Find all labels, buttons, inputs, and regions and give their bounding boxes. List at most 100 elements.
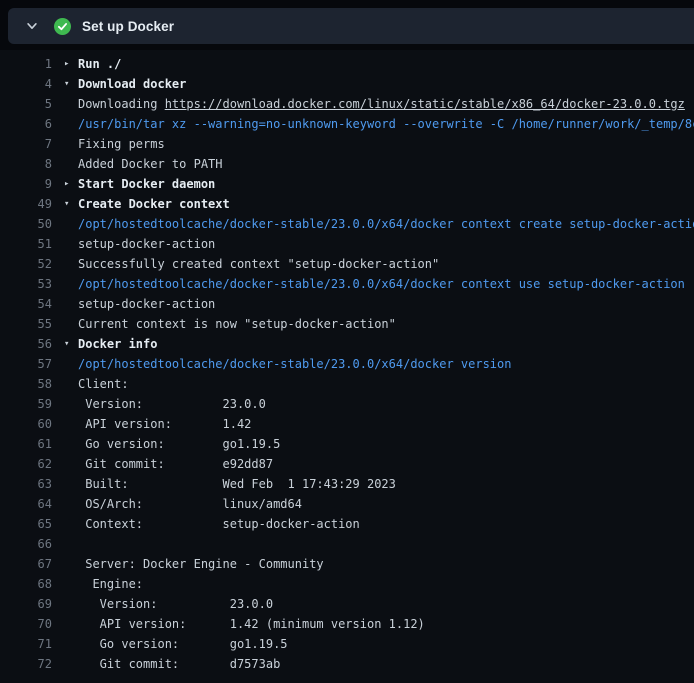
line-number[interactable]: 65 — [0, 517, 52, 531]
chevron-right-icon[interactable]: ▸ — [64, 179, 78, 189]
log-line: 53/opt/hostedtoolcache/docker-stable/23.… — [0, 274, 694, 294]
step-header[interactable]: Set up Docker — [8, 8, 694, 44]
log-line: 70 API version: 1.42 (minimum version 1.… — [0, 614, 694, 634]
log-text: /opt/hostedtoolcache/docker-stable/23.0.… — [78, 217, 694, 231]
log-group-row[interactable]: 1 ▸Run ./ — [0, 54, 694, 74]
log-group-row[interactable]: 4 ▾Download docker — [0, 74, 694, 94]
line-number[interactable]: 6 — [0, 117, 52, 131]
log-text: OS/Arch: linux/amd64 — [78, 497, 302, 511]
line-number[interactable]: 4 — [0, 77, 52, 91]
line-number[interactable]: 57 — [0, 357, 52, 371]
line-number[interactable]: 68 — [0, 577, 52, 591]
line-number[interactable]: 63 — [0, 477, 52, 491]
line-number[interactable]: 1 — [0, 57, 52, 71]
line-number[interactable]: 53 — [0, 277, 52, 291]
line-number[interactable]: 9 — [0, 177, 52, 191]
log-line: 65 Context: setup-docker-action — [0, 514, 694, 534]
log-line: 63 Built: Wed Feb 1 17:43:29 2023 — [0, 474, 694, 494]
log-text: Engine: — [78, 577, 143, 591]
line-number[interactable]: 51 — [0, 237, 52, 251]
log-viewer: 1▸Run ./4▾Download docker5Downloading ht… — [0, 50, 694, 683]
line-number[interactable]: 49 — [0, 197, 52, 211]
chevron-right-icon[interactable]: ▸ — [64, 59, 78, 69]
log-text: Fixing perms — [78, 137, 165, 151]
line-number[interactable]: 60 — [0, 417, 52, 431]
log-text: Start Docker daemon — [78, 177, 215, 191]
chevron-down-icon[interactable]: ▾ — [64, 199, 78, 209]
line-number[interactable]: 69 — [0, 597, 52, 611]
line-number[interactable]: 55 — [0, 317, 52, 331]
log-group-row[interactable]: 49 ▾Create Docker context — [0, 194, 694, 214]
log-text: Successfully created context "setup-dock… — [78, 257, 439, 271]
log-line: 71 Go version: go1.19.5 — [0, 634, 694, 654]
log-text: /opt/hostedtoolcache/docker-stable/23.0.… — [78, 357, 511, 371]
log-url-link[interactable]: https://download.docker.com/linux/static… — [165, 97, 685, 111]
log-text: Current context is now "setup-docker-act… — [78, 317, 396, 331]
line-number[interactable]: 56 — [0, 337, 52, 351]
line-number[interactable]: 67 — [0, 557, 52, 571]
log-group-row[interactable]: 56 ▾Docker info — [0, 334, 694, 354]
log-line: 58 Client: — [0, 374, 694, 394]
log-text: setup-docker-action — [78, 237, 215, 251]
log-text: Version: 23.0.0 — [78, 597, 273, 611]
line-number[interactable]: 61 — [0, 437, 52, 451]
log-text: Create Docker context — [78, 197, 230, 211]
line-number[interactable]: 8 — [0, 157, 52, 171]
log-text: /usr/bin/tar xz --warning=no-unknown-key… — [78, 117, 694, 131]
log-text: Downloading — [78, 97, 165, 111]
success-check-icon — [54, 18, 71, 35]
log-text: Built: Wed Feb 1 17:43:29 2023 — [78, 477, 396, 491]
log-line: 7 Fixing perms — [0, 134, 694, 154]
log-text: setup-docker-action — [78, 297, 215, 311]
line-number[interactable]: 52 — [0, 257, 52, 271]
line-number[interactable]: 66 — [0, 537, 52, 551]
log-line: 5 Downloading https://download.docker.com… — [0, 94, 694, 114]
line-number[interactable]: 62 — [0, 457, 52, 471]
log-group-row[interactable]: 9 ▸Start Docker daemon — [0, 174, 694, 194]
log-text: Context: setup-docker-action — [78, 517, 360, 531]
line-number[interactable]: 50 — [0, 217, 52, 231]
log-text: Client: — [78, 377, 129, 391]
chevron-down-icon[interactable]: ▾ — [64, 339, 78, 349]
line-number[interactable]: 5 — [0, 97, 52, 111]
log-line: 59 Version: 23.0.0 — [0, 394, 694, 414]
log-line: 62 Git commit: e92dd87 — [0, 454, 694, 474]
line-number[interactable]: 64 — [0, 497, 52, 511]
line-number[interactable]: 72 — [0, 657, 52, 671]
chevron-down-icon[interactable]: ▾ — [64, 79, 78, 89]
line-number[interactable]: 54 — [0, 297, 52, 311]
log-text: Added Docker to PATH — [78, 157, 223, 171]
log-text: Git commit: d7573ab — [78, 657, 280, 671]
log-line: 66 — [0, 534, 694, 554]
log-text: Server: Docker Engine - Community — [78, 557, 324, 571]
log-line: 67 Server: Docker Engine - Community — [0, 554, 694, 574]
log-text: Run ./ — [78, 57, 121, 71]
log-line: 8 Added Docker to PATH — [0, 154, 694, 174]
log-line: 64 OS/Arch: linux/amd64 — [0, 494, 694, 514]
log-text: Go version: go1.19.5 — [78, 637, 288, 651]
log-line: 60 API version: 1.42 — [0, 414, 694, 434]
log-text: Docker info — [78, 337, 157, 351]
log-text: Go version: go1.19.5 — [78, 437, 280, 451]
log-line: 57/opt/hostedtoolcache/docker-stable/23.… — [0, 354, 694, 374]
line-number[interactable]: 58 — [0, 377, 52, 391]
line-number[interactable]: 59 — [0, 397, 52, 411]
log-text: /opt/hostedtoolcache/docker-stable/23.0.… — [78, 277, 685, 291]
log-line: 69 Version: 23.0.0 — [0, 594, 694, 614]
line-number[interactable]: 70 — [0, 617, 52, 631]
log-line: 54 setup-docker-action — [0, 294, 694, 314]
log-line: 55 Current context is now "setup-docker-a… — [0, 314, 694, 334]
log-text: Download docker — [78, 77, 186, 91]
line-number[interactable]: 7 — [0, 137, 52, 151]
log-line: 51 setup-docker-action — [0, 234, 694, 254]
log-text: API version: 1.42 — [78, 417, 251, 431]
line-number[interactable]: 71 — [0, 637, 52, 651]
log-line: 72 Git commit: d7573ab — [0, 654, 694, 674]
chevron-down-icon[interactable] — [24, 18, 40, 34]
log-line: 6/usr/bin/tar xz --warning=no-unknown-ke… — [0, 114, 694, 134]
log-text: Version: 23.0.0 — [78, 397, 266, 411]
log-text: Git commit: e92dd87 — [78, 457, 273, 471]
log-line: 61 Go version: go1.19.5 — [0, 434, 694, 454]
log-text: Downloading https://download.docker.com/… — [78, 97, 685, 111]
step-title: Set up Docker — [82, 19, 174, 34]
